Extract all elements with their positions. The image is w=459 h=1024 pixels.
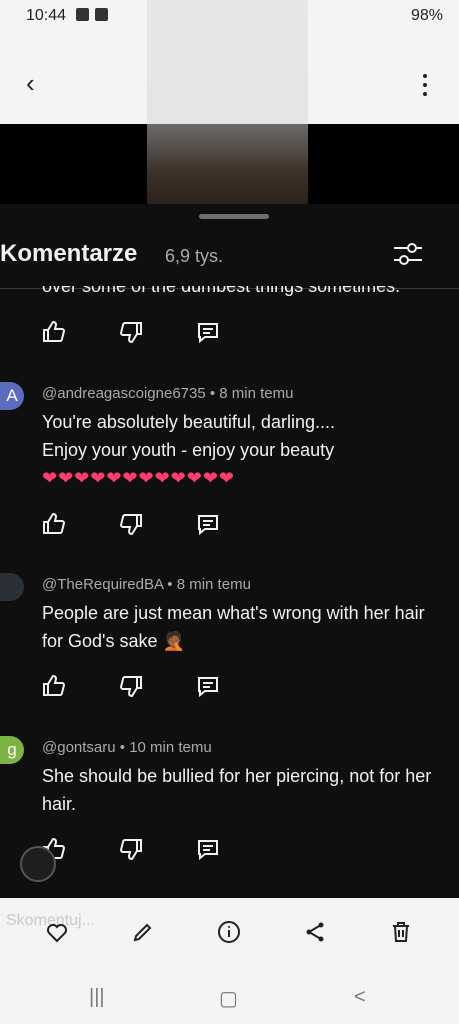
notification-icons	[76, 8, 108, 21]
hearts-emoji: ❤❤❤❤❤❤❤❤❤❤❤❤	[42, 468, 235, 488]
comment-text: People are just mean what's wrong with h…	[42, 599, 459, 655]
sheet-title: Komentarze	[0, 240, 138, 267]
home-button[interactable]: ▢	[219, 986, 238, 1011]
comment-line: Enjoy your youth - enjoy your beauty	[42, 440, 335, 460]
battery-level: 98%	[410, 7, 443, 24]
like-icon[interactable]	[42, 320, 66, 344]
filter-icon[interactable]	[392, 240, 424, 268]
comment-line: You're absolutely beautiful, darling....	[42, 412, 335, 432]
dislike-icon[interactable]	[119, 674, 143, 698]
comment-line: She should be bullied for her piercing, …	[42, 766, 432, 786]
partial-comment-text: over some of the dumbest things sometime…	[42, 276, 401, 296]
dislike-icon[interactable]	[119, 512, 143, 536]
recent-apps-button[interactable]: |||	[89, 986, 105, 1009]
reply-icon[interactable]	[196, 674, 220, 698]
comment-count: 6,9 tys.	[165, 246, 224, 266]
info-icon[interactable]	[217, 920, 241, 944]
image-viewer-toolbar: Skomentuj...	[0, 898, 459, 968]
back-nav-button[interactable]: <	[354, 986, 366, 1009]
comment-meta: @TheRequiredBA • 8 min temu	[42, 576, 251, 593]
avatar[interactable]	[0, 573, 24, 601]
heart-icon[interactable]	[45, 920, 69, 944]
avatar[interactable]: g	[0, 736, 24, 764]
like-icon[interactable]	[42, 674, 66, 698]
screenshot-capture-button[interactable]	[20, 846, 56, 882]
more-options-icon[interactable]	[423, 74, 429, 101]
photo-overlay	[147, 0, 308, 124]
toolbar-icons	[45, 920, 413, 944]
system-navigation-bar: ||| ▢ <	[0, 968, 459, 1024]
share-icon[interactable]	[303, 920, 327, 944]
comment-text: You're absolutely beautiful, darling....…	[42, 408, 459, 464]
like-icon[interactable]	[42, 512, 66, 536]
reply-icon[interactable]	[196, 837, 220, 861]
comments-sheet: Komentarze 6,9 tys. over some of the dum…	[0, 204, 459, 898]
edit-icon[interactable]	[131, 920, 155, 944]
comment-text: She should be bullied for her piercing, …	[42, 762, 459, 818]
comment-actions	[42, 674, 220, 698]
comment-meta: @andreagascoigne6735 • 8 min temu	[42, 385, 294, 402]
status-time: 10:44	[26, 7, 67, 24]
comment-meta: @gontsaru • 10 min temu	[42, 739, 212, 756]
reply-icon[interactable]	[196, 512, 220, 536]
avatar[interactable]: A	[0, 382, 24, 410]
gallery-icon	[76, 8, 89, 21]
comment-actions	[42, 837, 220, 861]
back-button[interactable]: ‹	[26, 70, 35, 96]
comment-line: for God's sake 🤦🏾	[42, 631, 185, 651]
comment-line: People are just mean what's wrong with h…	[42, 603, 425, 623]
check-icon	[95, 8, 108, 21]
video-frame	[147, 124, 308, 204]
delete-icon[interactable]	[389, 920, 413, 944]
reply-icon[interactable]	[196, 320, 220, 344]
video-preview[interactable]	[0, 124, 459, 204]
comment-line: hair.	[42, 794, 77, 814]
comment-actions	[42, 512, 220, 536]
comment-actions	[42, 320, 220, 344]
dislike-icon[interactable]	[119, 837, 143, 861]
dislike-icon[interactable]	[119, 320, 143, 344]
drag-handle[interactable]	[199, 214, 269, 219]
